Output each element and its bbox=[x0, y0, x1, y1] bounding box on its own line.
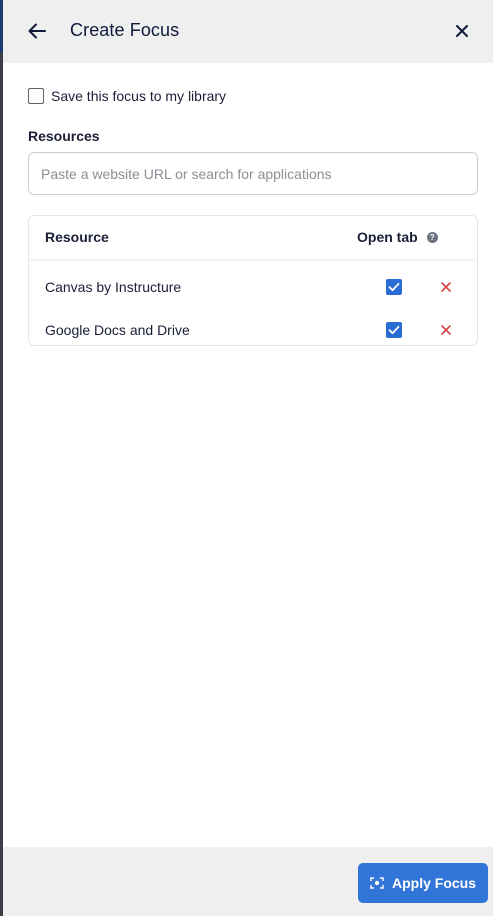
header-divider bbox=[29, 259, 477, 263]
remove-icon bbox=[441, 325, 451, 335]
arrow-left-icon bbox=[28, 23, 46, 39]
table-row: Canvas by Instructure bbox=[29, 273, 477, 303]
question-circle-icon[interactable]: ? bbox=[426, 231, 438, 243]
remove-resource-button[interactable] bbox=[439, 278, 453, 296]
table-row: Google Docs and Drive bbox=[29, 316, 477, 346]
resource-name: Canvas by Instructure bbox=[45, 279, 182, 295]
save-to-library-label: Save this focus to my library bbox=[51, 88, 227, 104]
save-to-library-option[interactable]: Save this focus to my library bbox=[28, 86, 226, 106]
back-button[interactable] bbox=[23, 18, 51, 44]
panel-footer: Apply Focus bbox=[3, 847, 493, 916]
close-icon bbox=[456, 25, 468, 37]
save-to-library-checkbox[interactable] bbox=[28, 88, 44, 104]
resources-heading: Resources bbox=[28, 128, 100, 144]
open-tab-checkbox[interactable] bbox=[386, 279, 402, 295]
focus-target-icon bbox=[370, 877, 384, 889]
checkmark-icon bbox=[388, 325, 400, 335]
checkmark-icon bbox=[388, 282, 400, 292]
create-focus-panel: Create Focus Save this focus to my libra… bbox=[3, 0, 493, 916]
remove-icon bbox=[441, 282, 451, 292]
open-tab-checkbox[interactable] bbox=[386, 322, 402, 338]
apply-focus-label: Apply Focus bbox=[391, 875, 476, 891]
resources-table: Resource Open tab ? Canvas by Instructur… bbox=[28, 215, 478, 346]
column-header-open-tab: Open tab ? bbox=[357, 229, 438, 245]
page-title: Create Focus bbox=[70, 20, 180, 40]
resource-name: Google Docs and Drive bbox=[45, 322, 190, 338]
panel-header: Create Focus bbox=[3, 0, 493, 63]
apply-focus-button[interactable]: Apply Focus bbox=[358, 863, 488, 903]
resource-search-input[interactable] bbox=[28, 152, 478, 195]
column-header-resource: Resource bbox=[45, 229, 109, 245]
remove-resource-button[interactable] bbox=[439, 321, 453, 339]
column-header-open-tab-label: Open tab bbox=[357, 229, 418, 245]
close-button[interactable] bbox=[450, 19, 474, 43]
